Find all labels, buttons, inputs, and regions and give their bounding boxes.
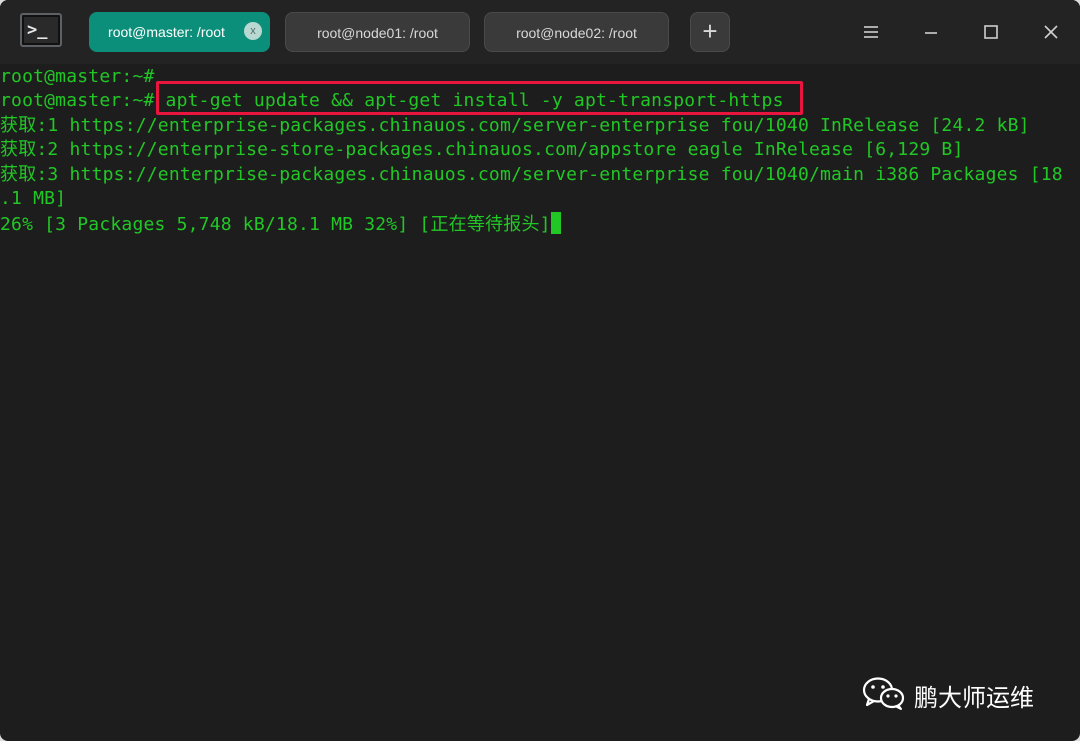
terminal-output[interactable]: root@master:~# root@master:~# apt-get up… [0,64,1080,741]
terminal-progress-line: 26% [3 Packages 5,748 kB/18.1 MB 32%] [正… [0,212,561,236]
watermark-text: 鹏大师运维 [914,683,1034,712]
progress-text: 26% [3 Packages 5,748 kB/18.1 MB 32%] [正… [0,214,551,235]
tab-root-node01[interactable]: root@node01: /root [285,12,470,52]
maximize-icon[interactable] [977,18,1005,46]
tab-label: root@master: /root [108,24,225,40]
close-icon[interactable] [1037,18,1065,46]
tab-root-master[interactable]: root@master: /root x [89,12,270,52]
terminal-window: >_ root@master: /root x root@node01: /ro… [0,0,1080,741]
title-bar: >_ root@master: /root x root@node01: /ro… [0,0,1080,64]
new-tab-button[interactable]: + [690,12,730,52]
terminal-line: 获取:2 https://enterprise-store-packages.c… [0,139,964,160]
wechat-icon [862,675,906,716]
minimize-icon[interactable] [917,18,945,46]
command-highlight-box [156,81,803,115]
tab-label: root@node01: /root [317,25,438,41]
text-cursor [550,212,561,234]
terminal-app-icon[interactable]: >_ [20,13,62,47]
terminal-line: 获取:3 https://enterprise-packages.chinauo… [0,164,1063,185]
app-icon-glyph: >_ [27,20,48,40]
menu-icon[interactable] [857,18,885,46]
tab-label: root@node02: /root [516,25,637,41]
tab-root-node02[interactable]: root@node02: /root [484,12,669,52]
terminal-line: .1 MB] [0,188,67,209]
terminal-line: 获取:1 https://enterprise-packages.chinauo… [0,115,1030,136]
watermark: 鹏大师运维 [862,675,1034,715]
terminal-line: root@master:~# [0,66,155,87]
tab-close-icon[interactable]: x [244,22,262,40]
